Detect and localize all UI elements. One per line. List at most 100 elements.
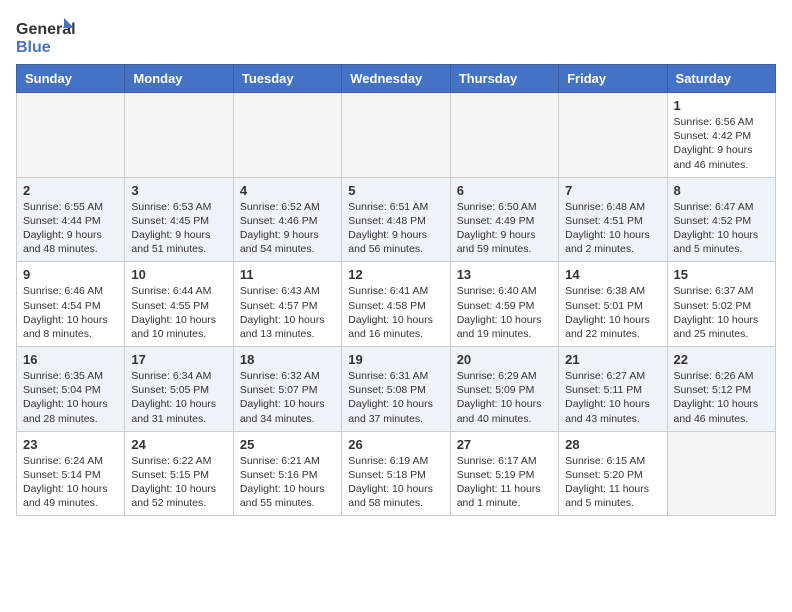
- day-number: 19: [348, 352, 443, 367]
- calendar-day-cell: [342, 93, 450, 178]
- day-info: Sunrise: 6:26 AM Sunset: 5:12 PM Dayligh…: [674, 369, 769, 426]
- day-number: 10: [131, 267, 226, 282]
- day-number: 18: [240, 352, 335, 367]
- calendar-day-cell: 5 Sunrise: 6:51 AM Sunset: 4:48 PM Daylig…: [342, 177, 450, 262]
- page-header: GeneralBlue: [16, 16, 776, 56]
- calendar-day-cell: 12 Sunrise: 6:41 AM Sunset: 4:58 PM Dayli…: [342, 262, 450, 347]
- weekday-header: Tuesday: [233, 65, 341, 93]
- day-info: Sunrise: 6:46 AM Sunset: 4:54 PM Dayligh…: [23, 284, 118, 341]
- day-number: 8: [674, 183, 769, 198]
- day-number: 23: [23, 437, 118, 452]
- day-number: 25: [240, 437, 335, 452]
- calendar-day-cell: [450, 93, 558, 178]
- calendar-day-cell: 1 Sunrise: 6:56 AM Sunset: 4:42 PM Daylig…: [667, 93, 775, 178]
- calendar-day-cell: 22 Sunrise: 6:26 AM Sunset: 5:12 PM Dayli…: [667, 347, 775, 432]
- day-info: Sunrise: 6:38 AM Sunset: 5:01 PM Dayligh…: [565, 284, 660, 341]
- calendar-day-cell: 20 Sunrise: 6:29 AM Sunset: 5:09 PM Dayli…: [450, 347, 558, 432]
- day-info: Sunrise: 6:37 AM Sunset: 5:02 PM Dayligh…: [674, 284, 769, 341]
- day-info: Sunrise: 6:44 AM Sunset: 4:55 PM Dayligh…: [131, 284, 226, 341]
- calendar-week-row: 16Sunrise: 6:35 AM Sunset: 5:04 PM Dayli…: [17, 347, 776, 432]
- day-number: 26: [348, 437, 443, 452]
- day-number: 7: [565, 183, 660, 198]
- calendar-day-cell: 23 Sunrise: 6:24 AM Sunset: 5:14 PM Dayli…: [17, 431, 125, 516]
- day-number: 5: [348, 183, 443, 198]
- calendar-day-cell: 7 Sunrise: 6:48 AM Sunset: 4:51 PM Daylig…: [559, 177, 667, 262]
- logo: GeneralBlue: [16, 16, 76, 56]
- calendar-day-cell: 10 Sunrise: 6:44 AM Sunset: 4:55 PM Dayli…: [125, 262, 233, 347]
- calendar-day-cell: [667, 431, 775, 516]
- calendar-day-cell: 6Sunrise: 6:50 AM Sunset: 4:49 PM Daylig…: [450, 177, 558, 262]
- calendar-week-row: 9 Sunrise: 6:46 AM Sunset: 4:54 PM Daylig…: [17, 262, 776, 347]
- calendar-day-cell: 25 Sunrise: 6:21 AM Sunset: 5:16 PM Dayli…: [233, 431, 341, 516]
- day-info: Sunrise: 6:17 AM Sunset: 5:19 PM Dayligh…: [457, 454, 552, 511]
- day-number: 14: [565, 267, 660, 282]
- day-info: Sunrise: 6:34 AM Sunset: 5:05 PM Dayligh…: [131, 369, 226, 426]
- day-number: 12: [348, 267, 443, 282]
- calendar-week-row: 23 Sunrise: 6:24 AM Sunset: 5:14 PM Dayli…: [17, 431, 776, 516]
- day-info: Sunrise: 6:27 AM Sunset: 5:11 PM Dayligh…: [565, 369, 660, 426]
- day-number: 15: [674, 267, 769, 282]
- day-info: Sunrise: 6:31 AM Sunset: 5:08 PM Dayligh…: [348, 369, 443, 426]
- calendar-day-cell: 18 Sunrise: 6:32 AM Sunset: 5:07 PM Dayli…: [233, 347, 341, 432]
- day-info: Sunrise: 6:53 AM Sunset: 4:45 PM Dayligh…: [131, 200, 226, 257]
- day-number: 3: [131, 183, 226, 198]
- calendar-day-cell: 19 Sunrise: 6:31 AM Sunset: 5:08 PM Dayli…: [342, 347, 450, 432]
- calendar-day-cell: [233, 93, 341, 178]
- day-info: Sunrise: 6:32 AM Sunset: 5:07 PM Dayligh…: [240, 369, 335, 426]
- day-info: Sunrise: 6:51 AM Sunset: 4:48 PM Dayligh…: [348, 200, 443, 257]
- calendar-day-cell: 13Sunrise: 6:40 AM Sunset: 4:59 PM Dayli…: [450, 262, 558, 347]
- day-info: Sunrise: 6:52 AM Sunset: 4:46 PM Dayligh…: [240, 200, 335, 257]
- calendar-day-cell: 28 Sunrise: 6:15 AM Sunset: 5:20 PM Dayli…: [559, 431, 667, 516]
- weekday-header: Saturday: [667, 65, 775, 93]
- weekday-header: Thursday: [450, 65, 558, 93]
- weekday-header: Friday: [559, 65, 667, 93]
- day-number: 20: [457, 352, 552, 367]
- weekday-header: Monday: [125, 65, 233, 93]
- day-number: 9: [23, 267, 118, 282]
- day-number: 17: [131, 352, 226, 367]
- calendar-day-cell: 16Sunrise: 6:35 AM Sunset: 5:04 PM Dayli…: [17, 347, 125, 432]
- day-info: Sunrise: 6:41 AM Sunset: 4:58 PM Dayligh…: [348, 284, 443, 341]
- calendar-week-row: 2 Sunrise: 6:55 AM Sunset: 4:44 PM Daylig…: [17, 177, 776, 262]
- calendar-day-cell: 11 Sunrise: 6:43 AM Sunset: 4:57 PM Dayli…: [233, 262, 341, 347]
- day-info: Sunrise: 6:55 AM Sunset: 4:44 PM Dayligh…: [23, 200, 118, 257]
- day-number: 2: [23, 183, 118, 198]
- day-info: Sunrise: 6:24 AM Sunset: 5:14 PM Dayligh…: [23, 454, 118, 511]
- day-info: Sunrise: 6:35 AM Sunset: 5:04 PM Dayligh…: [23, 369, 118, 426]
- day-info: Sunrise: 6:29 AM Sunset: 5:09 PM Dayligh…: [457, 369, 552, 426]
- day-number: 28: [565, 437, 660, 452]
- weekday-header: Sunday: [17, 65, 125, 93]
- day-info: Sunrise: 6:15 AM Sunset: 5:20 PM Dayligh…: [565, 454, 660, 511]
- day-number: 22: [674, 352, 769, 367]
- day-info: Sunrise: 6:50 AM Sunset: 4:49 PM Dayligh…: [457, 200, 552, 257]
- calendar-day-cell: 17 Sunrise: 6:34 AM Sunset: 5:05 PM Dayli…: [125, 347, 233, 432]
- day-info: Sunrise: 6:47 AM Sunset: 4:52 PM Dayligh…: [674, 200, 769, 257]
- calendar-day-cell: 15 Sunrise: 6:37 AM Sunset: 5:02 PM Dayli…: [667, 262, 775, 347]
- calendar-day-cell: 27 Sunrise: 6:17 AM Sunset: 5:19 PM Dayli…: [450, 431, 558, 516]
- calendar-week-row: 1 Sunrise: 6:56 AM Sunset: 4:42 PM Daylig…: [17, 93, 776, 178]
- svg-text:Blue: Blue: [16, 39, 51, 56]
- day-number: 11: [240, 267, 335, 282]
- calendar-day-cell: 4 Sunrise: 6:52 AM Sunset: 4:46 PM Daylig…: [233, 177, 341, 262]
- weekday-header: Wednesday: [342, 65, 450, 93]
- day-info: Sunrise: 6:40 AM Sunset: 4:59 PM Dayligh…: [457, 284, 552, 341]
- calendar-day-cell: 2 Sunrise: 6:55 AM Sunset: 4:44 PM Daylig…: [17, 177, 125, 262]
- day-number: 4: [240, 183, 335, 198]
- day-info: Sunrise: 6:21 AM Sunset: 5:16 PM Dayligh…: [240, 454, 335, 511]
- day-info: Sunrise: 6:43 AM Sunset: 4:57 PM Dayligh…: [240, 284, 335, 341]
- calendar-day-cell: 3 Sunrise: 6:53 AM Sunset: 4:45 PM Daylig…: [125, 177, 233, 262]
- calendar-day-cell: 14 Sunrise: 6:38 AM Sunset: 5:01 PM Dayli…: [559, 262, 667, 347]
- day-number: 21: [565, 352, 660, 367]
- calendar-day-cell: 21 Sunrise: 6:27 AM Sunset: 5:11 PM Dayli…: [559, 347, 667, 432]
- calendar-header-row: SundayMondayTuesdayWednesdayThursdayFrid…: [17, 65, 776, 93]
- calendar-day-cell: [559, 93, 667, 178]
- day-info: Sunrise: 6:56 AM Sunset: 4:42 PM Dayligh…: [674, 115, 769, 172]
- calendar-day-cell: [125, 93, 233, 178]
- calendar-day-cell: 9 Sunrise: 6:46 AM Sunset: 4:54 PM Daylig…: [17, 262, 125, 347]
- calendar-day-cell: 26Sunrise: 6:19 AM Sunset: 5:18 PM Dayli…: [342, 431, 450, 516]
- day-info: Sunrise: 6:48 AM Sunset: 4:51 PM Dayligh…: [565, 200, 660, 257]
- day-number: 1: [674, 98, 769, 113]
- day-number: 27: [457, 437, 552, 452]
- calendar-day-cell: 24Sunrise: 6:22 AM Sunset: 5:15 PM Dayli…: [125, 431, 233, 516]
- day-number: 24: [131, 437, 226, 452]
